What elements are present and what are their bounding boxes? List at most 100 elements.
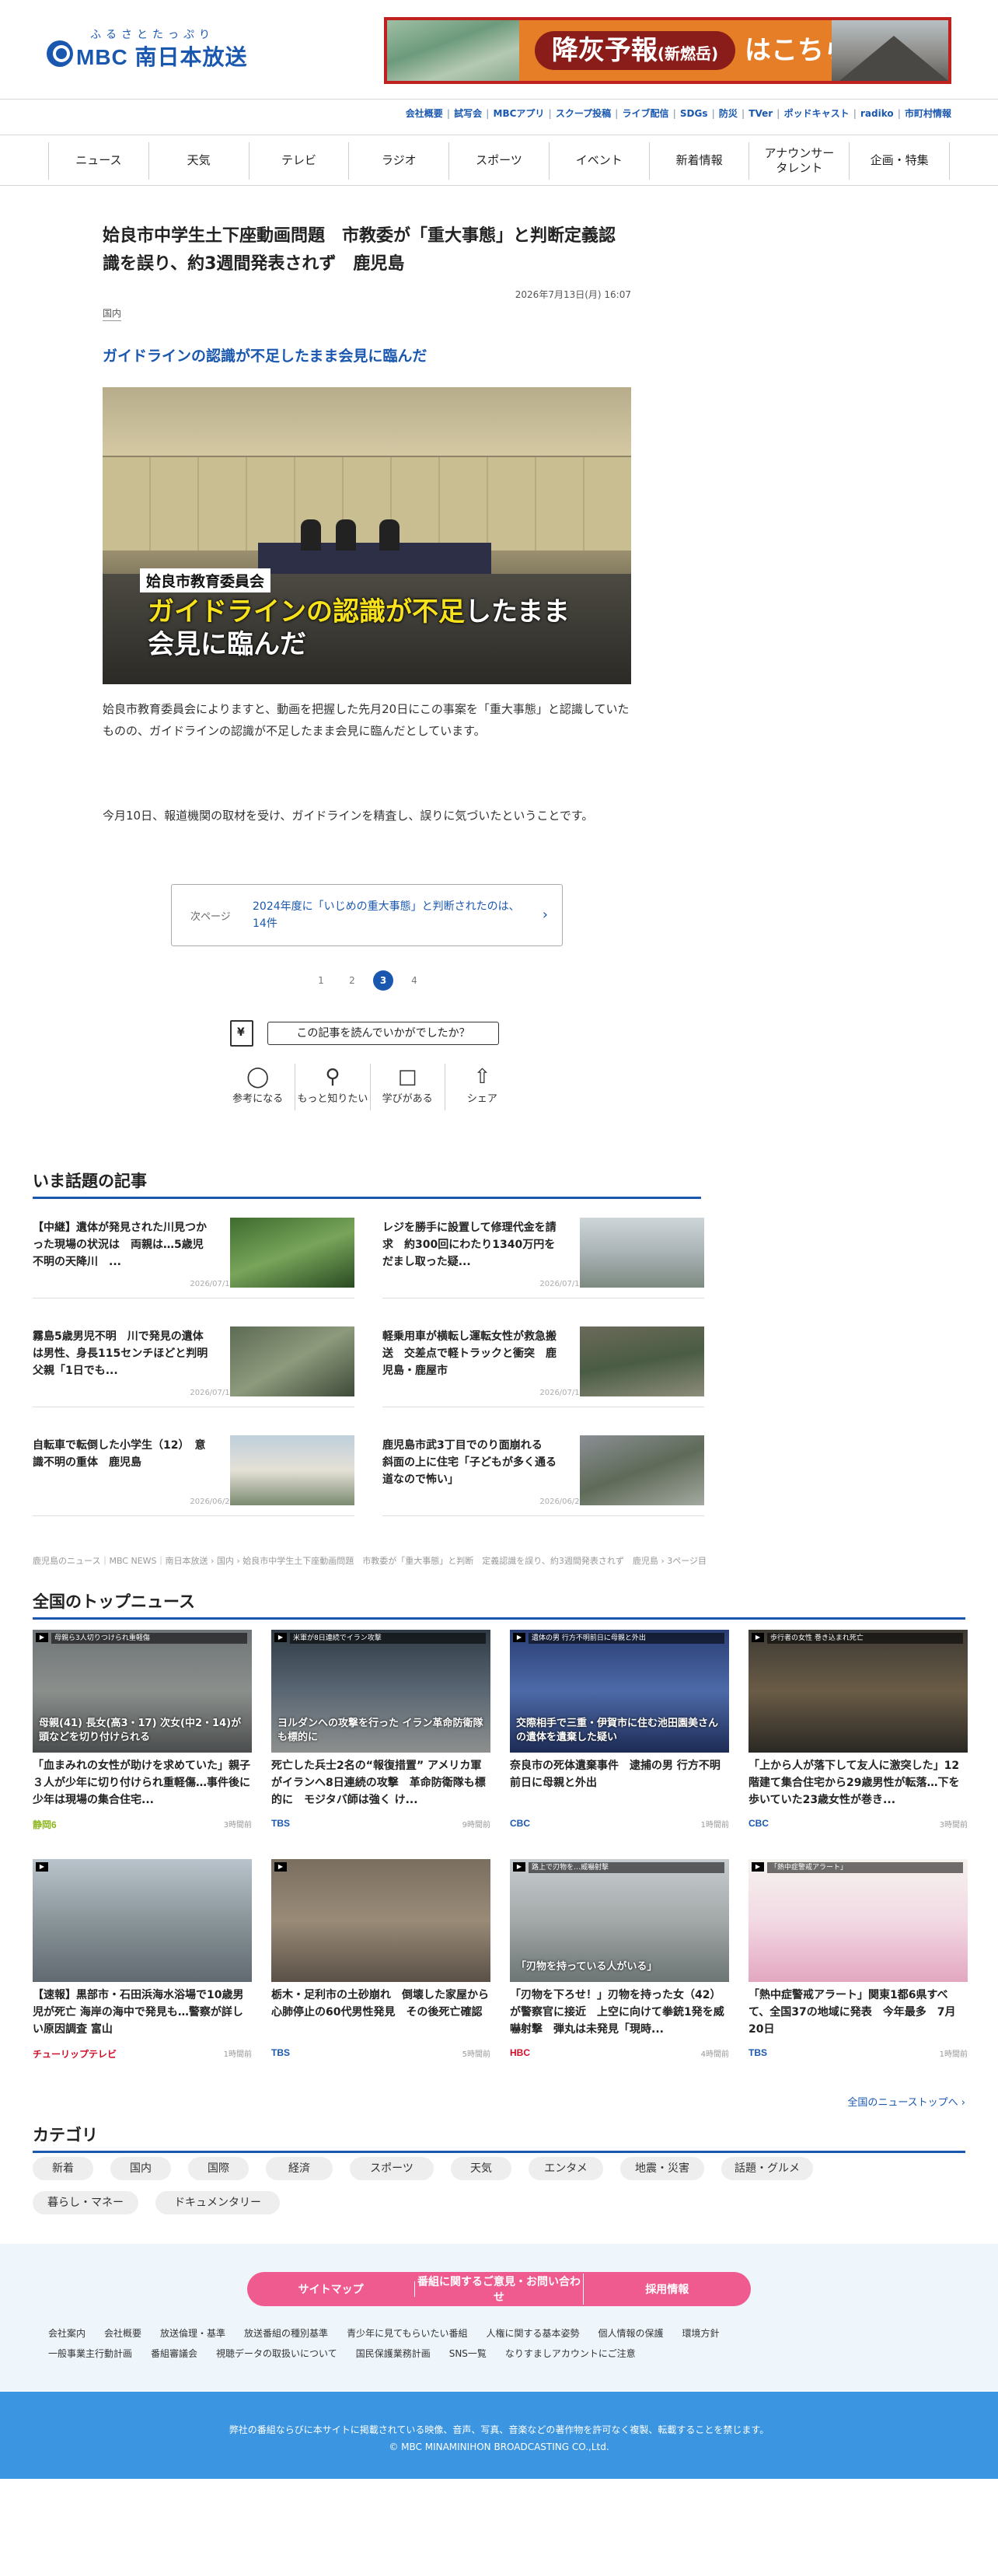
trending-item[interactable]: 【中継】遺体が発見された川見つかった現場の状況は 両親は…5歳児不明の天降川 .…	[33, 1205, 354, 1298]
national-news-card[interactable]: ▶ 母親ら3人切りつけられ重軽傷 母親(41) 長女(高3・17) 次女(中2・14…	[33, 1630, 252, 1840]
trending-item[interactable]: 軽乗用車が横転し運転女性が救急搬送 交差点で軽トラックと衝突 鹿児島・鹿屋市 20…	[382, 1314, 704, 1407]
station-logo: チューリップテレビ	[33, 2049, 117, 2060]
footer-link[interactable]: 番組審議会	[151, 2348, 197, 2359]
play-icon: ▶	[274, 1633, 287, 1642]
national-news-title: 奈良市の死体遺棄事件 逮捕の男 行方不明前日に母親と外出	[510, 1760, 721, 1789]
trending-thumbnail	[580, 1218, 704, 1288]
nav-item[interactable]: ニュース	[48, 142, 148, 180]
nav-item[interactable]: ラジオ	[348, 142, 448, 180]
play-icon: ▶	[752, 1862, 764, 1872]
national-news-time: 3時間前	[939, 1821, 968, 1830]
category-chip[interactable]: ドキュメンタリー	[155, 2191, 280, 2214]
category-chip[interactable]: 国際	[188, 2157, 249, 2180]
reaction-more-button[interactable]: ⚲ もっと知りたい	[295, 1064, 371, 1110]
category-chip[interactable]: 国内	[110, 2157, 171, 2180]
play-icon: ▶	[274, 1862, 287, 1872]
category-chip[interactable]: スポーツ	[350, 2157, 434, 2180]
national-news-card[interactable]: ▶ 路上で刃物を…威嚇射撃 「刃物を持っている人がいる」 「刃物を下ろせ！」刃物を持っ…	[510, 1859, 729, 2069]
category-chip[interactable]: 地震・災害	[620, 2157, 704, 2180]
footer-link[interactable]: 環境方針	[682, 2328, 720, 2339]
footer-link[interactable]: 放送倫理・基準	[160, 2328, 225, 2339]
footer-link[interactable]: 個人情報の保護	[598, 2328, 663, 2339]
national-news-more-link[interactable]: 全国のニューストップへ ›	[847, 2094, 965, 2109]
nav-item[interactable]: 天気	[148, 142, 249, 180]
national-news-card[interactable]: ▶ 遺体の男 行方不明前日に母親と外出 交際相手で三重・伊賀市に住む池田園美さんの遺…	[510, 1630, 729, 1840]
nav-item[interactable]: 企画・特集	[849, 142, 951, 180]
trending-title: 軽乗用車が横転し運転女性が救急搬送 交差点で軽トラックと衝突 鹿児島・鹿屋市	[382, 1330, 557, 1377]
category-chip[interactable]: 暮らし・マネー	[33, 2191, 138, 2214]
trending-date: 2026/07/17	[190, 1280, 235, 1288]
national-news-card[interactable]: ▶ 「熱中症警戒アラート」 「熱中症警戒アラート」関東1都6県すべて、全国37の地域…	[748, 1859, 968, 2069]
nav-item[interactable]: スポーツ	[448, 142, 549, 180]
national-news-title: 「上から人が落下して友人に激突した」12階建て集合住宅から29歳男性が転落…下を…	[748, 1760, 960, 1806]
footer-link[interactable]: 視聴データの取扱いについて	[216, 2348, 337, 2359]
national-news-title: 「刃物を下ろせ！」刃物を持った女（42）が警察官に接近 上空に向けて拳銃1発を威…	[510, 1989, 724, 2036]
national-news-card[interactable]: ▶ 【速報】黒部市・石田浜海水浴場で10歳男児が死亡 海岸の海中で発見も…警察が詳…	[33, 1859, 252, 2069]
category-chip[interactable]: 経済	[266, 2157, 333, 2180]
national-news-title: 栃木・足利市の土砂崩れ 倒壊した家屋から心肺停止の60代男性発見 その後死亡確認	[271, 1989, 489, 2019]
nav-item[interactable]: アナウンサー タレント	[748, 142, 849, 180]
util-link[interactable]: 会社概要	[406, 108, 443, 119]
nav-item[interactable]: テレビ	[248, 142, 349, 180]
footer-link[interactable]: SNS一覧	[449, 2348, 487, 2359]
trending-date: 2026/06/21	[190, 1498, 235, 1506]
share-button[interactable]: ⇧ シェア	[445, 1064, 519, 1110]
trending-item[interactable]: レジを勝手に設置して修理代金を請求 約300回にわたり1340万円をだまし取った…	[382, 1205, 704, 1298]
next-page-link[interactable]: 次ページ 2024年度に「いじめの重大事態」と判断されたのは、14件 ›	[171, 884, 563, 946]
footer-link[interactable]: 会社案内	[48, 2328, 85, 2339]
ashfall-forecast-banner[interactable]: 降灰予報(新燃岳) はこちら	[384, 17, 951, 84]
mbc-logo[interactable]: ふるさとたっぷり MBC 南日本放送	[47, 26, 249, 70]
trending-item[interactable]: 霧島5歳男児不明 川で発見の遺体は男性、身長115センチほどと判明 父親「1日で…	[33, 1314, 354, 1407]
footer-link[interactable]: 青少年に見てもらいたい番組	[347, 2328, 467, 2339]
nav-item[interactable]: イベント	[548, 142, 649, 180]
utility-links: 会社概要 | 試写会 | MBCアプリ | スクープ投稿 | ライブ配信 | SDGs | 防災 | TVe…	[405, 108, 951, 119]
nav-item[interactable]: 新着情報	[648, 142, 749, 180]
util-link[interactable]: MBCアプリ	[494, 108, 545, 119]
national-news-card[interactable]: ▶ 歩行者の女性 巻き込まれ死亡 「上から人が落下して友人に激突した」12階建て集合…	[748, 1630, 968, 1840]
national-news-time: 3時間前	[223, 1821, 252, 1830]
footer-link[interactable]: 人権に関する基本姿勢	[486, 2328, 579, 2339]
category-chip[interactable]: 話題・グルメ	[721, 2157, 813, 2180]
logo-mark-icon	[47, 40, 73, 67]
page-number[interactable]: 3	[373, 970, 393, 991]
reaction-learn-button[interactable]: □ 学びがある	[371, 1064, 445, 1110]
trending-title: 自転車で転倒した小学生（12） 意識不明の重体 鹿児島	[33, 1439, 206, 1469]
footer-link[interactable]: なりすましアカウントにご注意	[505, 2348, 636, 2359]
page-number[interactable]: 1	[311, 970, 331, 991]
util-link[interactable]: スクープ投稿	[556, 108, 611, 119]
category-chip[interactable]: 新着	[33, 2157, 93, 2180]
reaction-useful-button[interactable]: ◯ 参考になる	[221, 1064, 296, 1110]
footer-link[interactable]: 一般事業主行動計画	[48, 2348, 132, 2359]
national-news-card[interactable]: ▶ 栃木・足利市の土砂崩れ 倒壊した家屋から心肺停止の60代男性発見 その後死亡確…	[271, 1859, 490, 2069]
util-link[interactable]: TVer	[748, 108, 773, 119]
article-category-tag[interactable]: 国内	[103, 306, 122, 321]
util-link[interactable]: SDGs	[680, 108, 708, 119]
trending-item[interactable]: 自転車で転倒した小学生（12） 意識不明の重体 鹿児島 2026/06/21	[33, 1423, 354, 1516]
national-news-thumbnail: ▶ 米軍が8日連続でイラン攻撃 ヨルダンへの攻撃を行った イラン革命防衛隊も標的に	[271, 1630, 490, 1753]
footer-link[interactable]: 放送番組の種別基準	[244, 2328, 328, 2339]
sitemap-link[interactable]: サイトマップ	[247, 2281, 416, 2297]
logo-furigana: ふるさとたっぷり	[90, 29, 215, 41]
recruit-link[interactable]: 採用情報	[584, 2281, 751, 2297]
footer-link[interactable]: 会社概要	[104, 2328, 141, 2339]
util-link[interactable]: radiko	[860, 108, 894, 119]
category-chip[interactable]: 天気	[451, 2157, 511, 2180]
util-link[interactable]: ポッドキャスト	[784, 108, 850, 119]
util-link[interactable]: 防災	[719, 108, 738, 119]
page-number[interactable]: 4	[404, 970, 424, 991]
footer-link[interactable]: 国民保護業務計画	[356, 2348, 431, 2359]
category-chip[interactable]: エンタメ	[529, 2157, 603, 2180]
contact-link[interactable]: 番組に関するご意見・お問い合わせ	[415, 2274, 584, 2305]
util-link[interactable]: 試写会	[454, 108, 482, 119]
photo-sign-text: 姶良市教育委員会	[140, 568, 271, 592]
util-link[interactable]: ライブ配信	[622, 108, 668, 119]
util-link[interactable]: 市町村情報	[905, 108, 951, 119]
banner-volcano-image	[832, 20, 948, 81]
national-news-card[interactable]: ▶ 米軍が8日連続でイラン攻撃 ヨルダンへの攻撃を行った イラン革命防衛隊も標的に死…	[271, 1630, 490, 1840]
reaction-question: この記事を読んでいかがでしたか？	[267, 1022, 499, 1045]
trending-item[interactable]: 鹿児島市武3丁目でのり面崩れる 斜面の上に住宅「子どもが多く通る道なので怖い」 2…	[382, 1423, 704, 1516]
page-number[interactable]: 2	[342, 970, 362, 991]
article-paragraph: 今月10日、報道機関の取材を受け、ガイドラインを精査し、誤りに気づいたということ…	[103, 809, 594, 823]
trending-date: 2026/07/17	[190, 1389, 235, 1397]
category-heading: カテゴリ	[33, 2123, 965, 2153]
